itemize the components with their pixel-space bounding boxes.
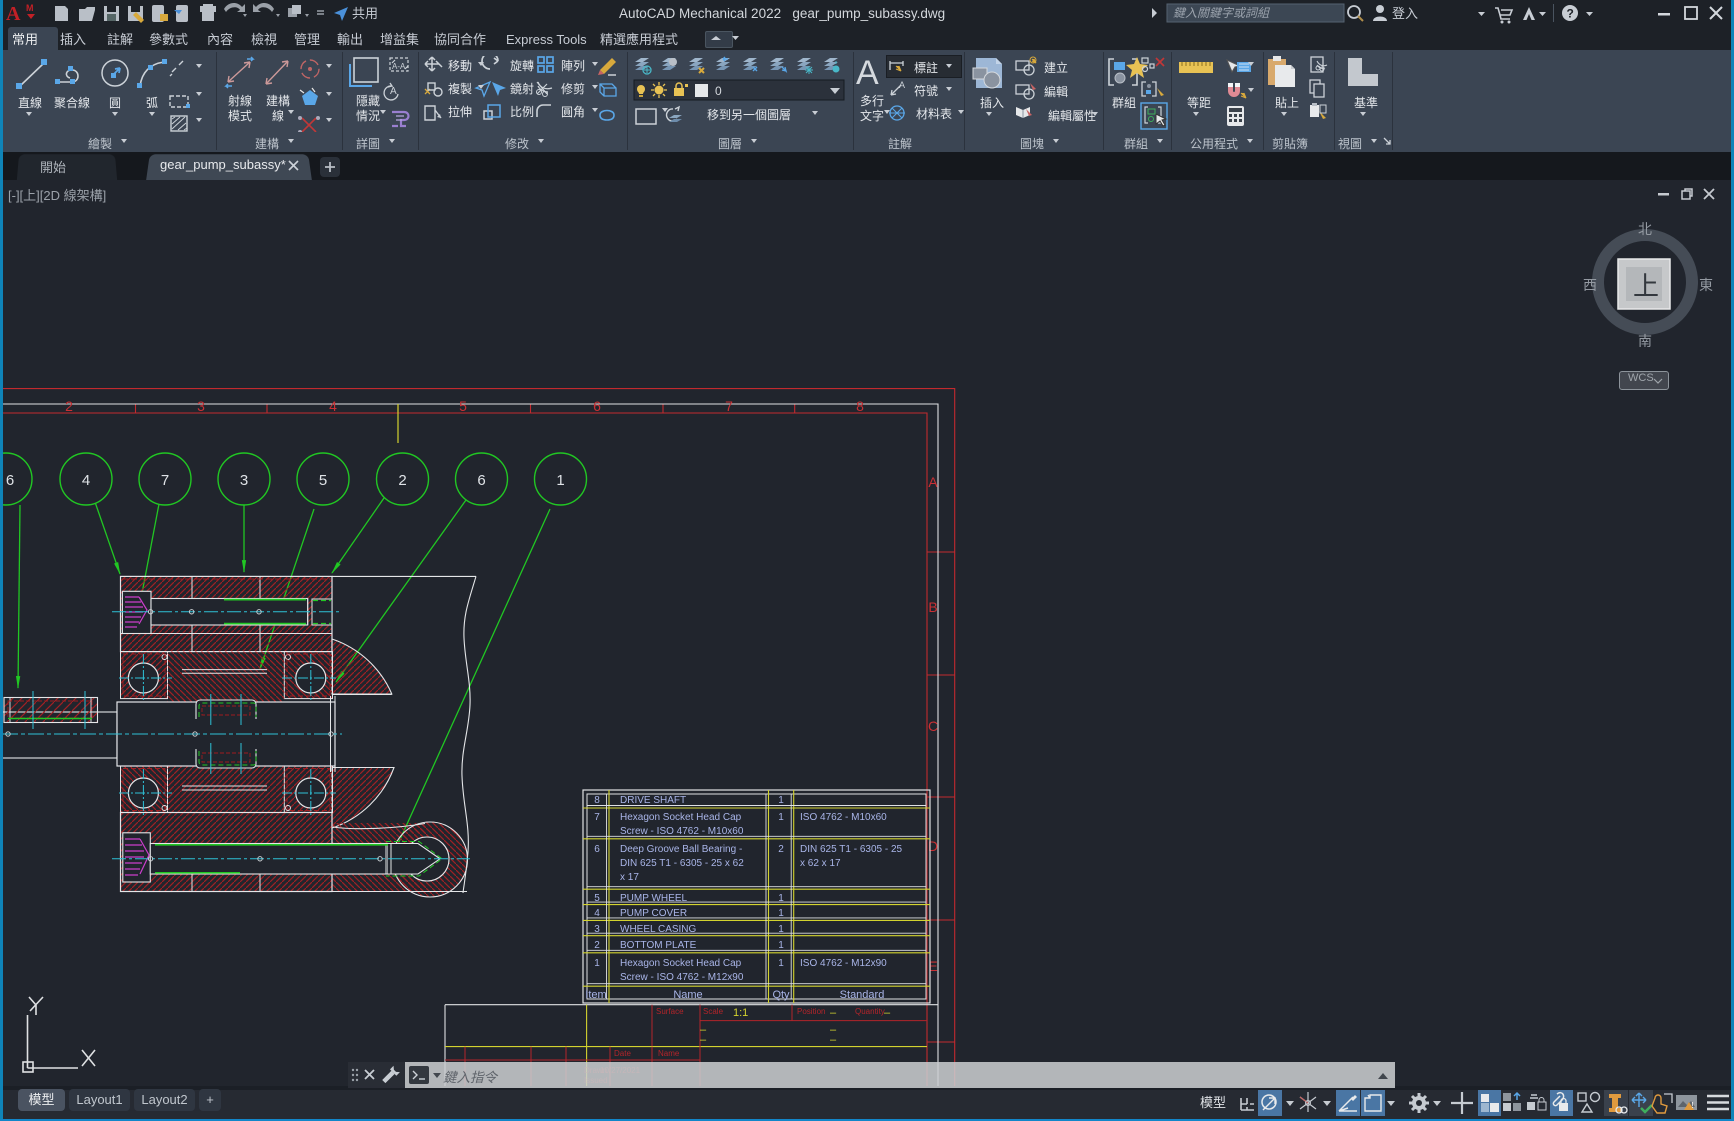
svg-text:–: – [830,1034,837,1046]
svg-text:Scale: Scale [703,1007,724,1016]
svg-text:7: 7 [594,812,600,823]
svg-text:5: 5 [594,893,600,904]
svg-text:7: 7 [161,472,169,489]
svg-text:PUMP COVER: PUMP COVER [620,908,687,919]
svg-text:Hexagon Socket Head Cap: Hexagon Socket Head Cap [620,958,742,969]
svg-text:!: ! [1692,1101,1694,1110]
svg-text:Screw - ISO 4762 - M12x90: Screw - ISO 4762 - M12x90 [620,972,744,983]
svg-text:6: 6 [6,472,14,489]
svg-text:ISO 4762 - M10x60: ISO 4762 - M10x60 [800,812,887,823]
svg-text:1: 1 [778,940,784,951]
svg-text:C: C [928,718,938,734]
svg-text:1:1: 1:1 [733,1007,748,1019]
svg-text:0: 0 [715,84,722,98]
svg-text:4: 4 [82,472,90,489]
svg-text:M: M [26,3,34,13]
svg-text:鍵入關鍵字或詞組: 鍵入關鍵字或詞組 [1173,6,1271,20]
svg-text:1: 1 [778,958,784,969]
svg-text:6: 6 [593,398,601,414]
svg-text:DRIVE SHAFT: DRIVE SHAFT [620,795,686,806]
svg-text:4: 4 [329,398,337,414]
svg-text:Screw - ISO 4762 - M10x60: Screw - ISO 4762 - M10x60 [620,826,744,837]
svg-text:4: 4 [594,908,600,919]
svg-text:WHEEL CASING: WHEEL CASING [620,924,697,935]
svg-text:東: 東 [1699,277,1713,293]
svg-text:8: 8 [594,795,600,806]
svg-text:Qty: Qty [772,989,790,1001]
svg-text:6: 6 [594,844,600,855]
svg-text:Date: Date [614,1049,631,1058]
svg-text:Hexagon Socket Head Cap: Hexagon Socket Head Cap [620,812,742,823]
svg-text:3: 3 [594,924,600,935]
svg-text:B: B [928,599,937,615]
svg-text:Quantity: Quantity [855,1007,885,1016]
svg-text:Name: Name [658,1049,680,1058]
svg-text:北: 北 [1638,221,1652,237]
svg-text:8: 8 [856,398,864,414]
svg-text:登入: 登入 [1392,6,1418,21]
svg-text:Surface: Surface [656,1007,684,1016]
svg-text:A: A [6,3,21,25]
svg-text:3: 3 [240,472,248,489]
svg-text:A: A [928,474,938,490]
svg-text:5: 5 [459,398,467,414]
svg-text:–: – [700,1034,707,1046]
svg-text:共用: 共用 [352,6,378,21]
svg-text:1: 1 [778,795,784,806]
svg-text:A: A [899,80,905,90]
svg-text:西: 西 [1583,277,1597,293]
svg-text:ISO 4762 - M12x90: ISO 4762 - M12x90 [800,958,887,969]
svg-text:1: 1 [556,472,564,489]
svg-text:1: 1 [594,958,600,969]
svg-text:2: 2 [398,472,406,489]
svg-text:1: 1 [778,924,784,935]
svg-text:6: 6 [477,472,485,489]
svg-text:Position: Position [797,1007,825,1016]
svg-text:PUMP WHEEL: PUMP WHEEL [620,893,687,904]
svg-text:1: 1 [778,812,784,823]
svg-text:Name: Name [673,989,702,1001]
svg-text:Standard: Standard [840,989,885,1001]
svg-text:BOTTOM PLATE: BOTTOM PLATE [620,940,697,951]
svg-text:2: 2 [594,940,600,951]
svg-text:–: – [830,1007,837,1019]
svg-text:5: 5 [319,472,327,489]
svg-text:1: 1 [778,908,784,919]
svg-text:南: 南 [1638,333,1652,349]
svg-text:1: 1 [778,893,784,904]
svg-text:DIN 625 T1 - 6305 - 25: DIN 625 T1 - 6305 - 25 [800,844,903,855]
svg-text:Item: Item [585,989,606,1001]
svg-text:A-A: A-A [392,62,406,71]
svg-text:3: 3 [197,398,205,414]
svg-text:7: 7 [725,398,733,414]
svg-text:?: ? [1567,7,1574,21]
svg-text:A: A [390,86,397,97]
svg-text:x 62 x 17: x 62 x 17 [800,858,841,869]
svg-text:DIN 625 T1 - 6305 - 25 x 62: DIN 625 T1 - 6305 - 25 x 62 [620,858,744,869]
svg-text:Deep Groove Ball Bearing -: Deep Groove Ball Bearing - [620,844,742,855]
svg-text:上: 上 [1633,271,1659,301]
svg-text:–: – [884,1007,891,1019]
svg-text:x 17: x 17 [620,872,639,883]
svg-text:2: 2 [778,844,784,855]
svg-text:2: 2 [65,398,73,414]
